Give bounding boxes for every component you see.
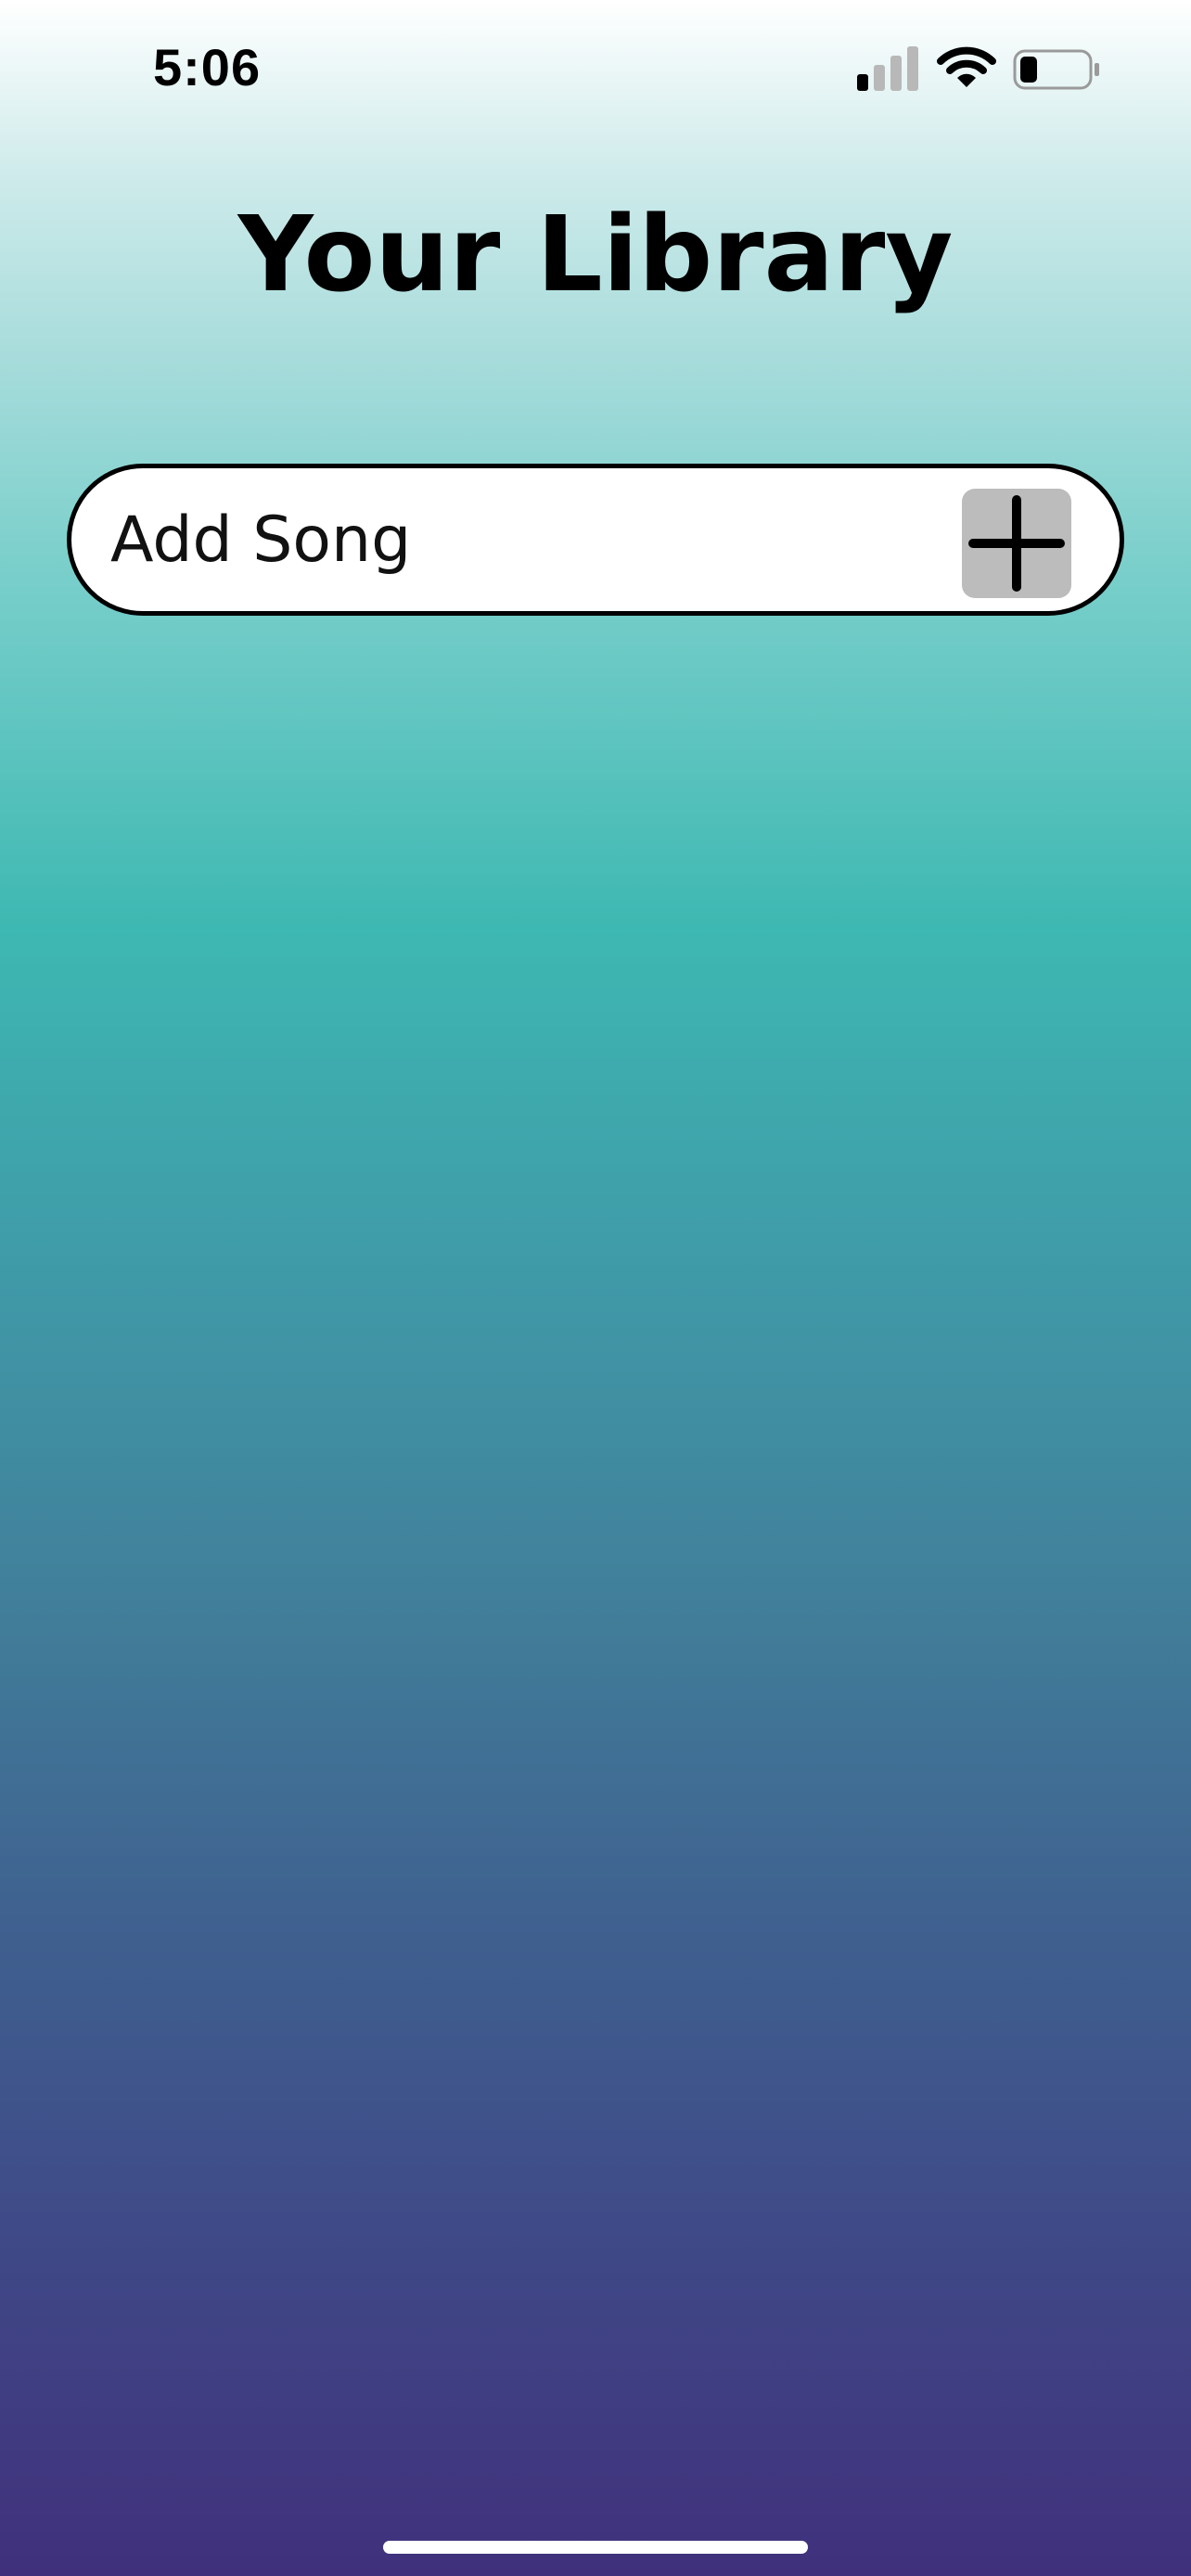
plus-icon xyxy=(968,495,1065,592)
page-title: Your Library xyxy=(237,195,954,315)
add-song-input[interactable] xyxy=(110,487,964,593)
add-song-bar xyxy=(67,464,1124,616)
wifi-icon xyxy=(937,46,996,87)
library-screen: 5:06 Your Library xyxy=(0,0,1191,2576)
status-bar: 5:06 xyxy=(0,0,1191,139)
home-indicator[interactable] xyxy=(383,2541,808,2554)
status-time: 5:06 xyxy=(153,38,262,96)
add-song-button[interactable] xyxy=(962,489,1071,598)
cellular-signal-icon xyxy=(857,46,918,91)
battery-icon xyxy=(1013,49,1099,90)
